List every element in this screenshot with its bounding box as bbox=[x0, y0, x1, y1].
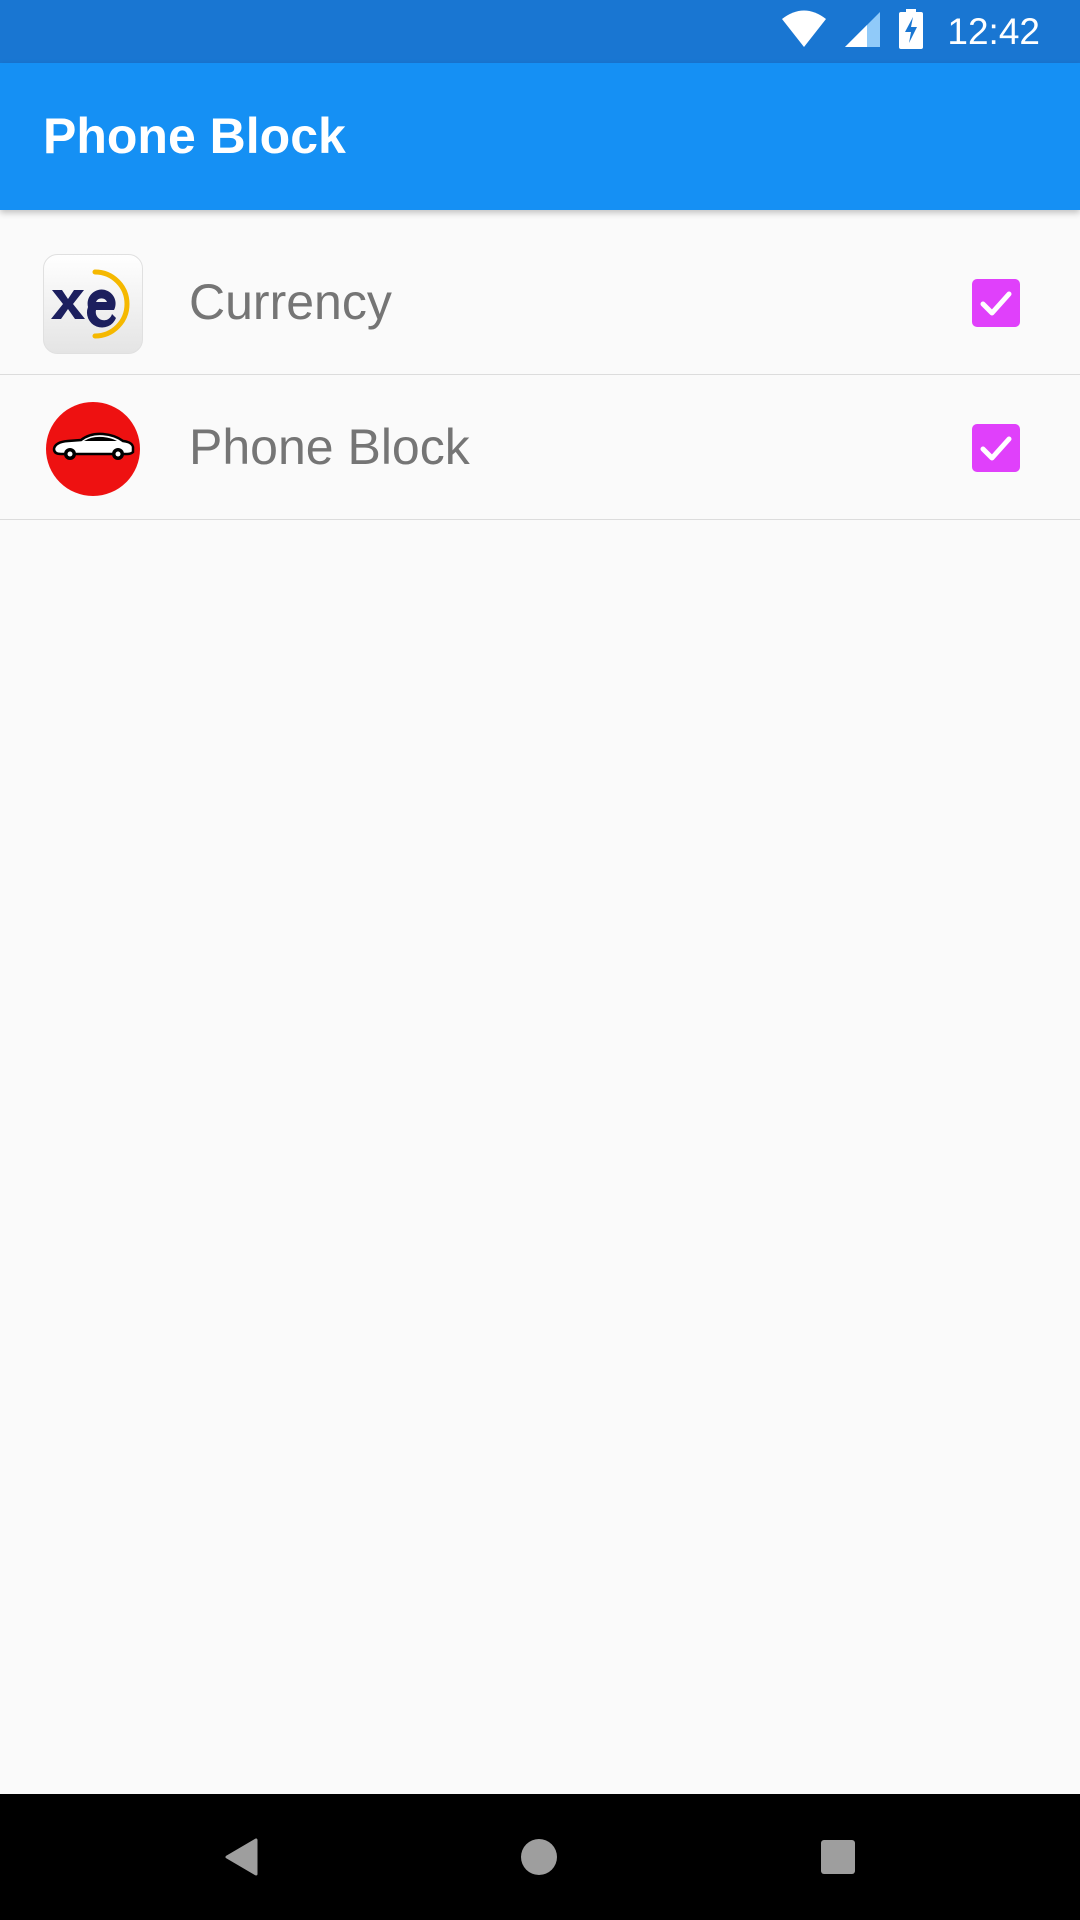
list-item[interactable]: Phone Block bbox=[0, 375, 1080, 520]
back-icon[interactable] bbox=[204, 1819, 280, 1895]
item-label: Currency bbox=[189, 274, 392, 330]
enable-checkbox[interactable] bbox=[972, 424, 1020, 472]
status-bar: 12:42 bbox=[0, 0, 1080, 63]
status-icons: 12:42 bbox=[781, 0, 1040, 63]
app-bar: Phone Block bbox=[0, 63, 1080, 210]
item-label: Phone Block bbox=[189, 419, 470, 475]
xe-currency-app-icon bbox=[43, 254, 143, 354]
wifi-icon bbox=[781, 10, 827, 53]
recents-icon[interactable] bbox=[800, 1819, 876, 1895]
list-item[interactable]: Currency bbox=[0, 230, 1080, 375]
red-car-app-icon bbox=[43, 399, 143, 499]
enable-checkbox[interactable] bbox=[972, 279, 1020, 327]
check-icon bbox=[980, 291, 1012, 316]
home-icon[interactable] bbox=[501, 1819, 577, 1895]
battery-charging-icon bbox=[899, 9, 924, 54]
page-title: Phone Block bbox=[43, 108, 346, 164]
app-list: Currency Phone Block bbox=[0, 230, 1080, 520]
status-time: 12:42 bbox=[947, 11, 1040, 52]
cell-signal-icon bbox=[845, 10, 881, 53]
check-icon bbox=[980, 436, 1012, 461]
navigation-bar bbox=[0, 1794, 1080, 1920]
